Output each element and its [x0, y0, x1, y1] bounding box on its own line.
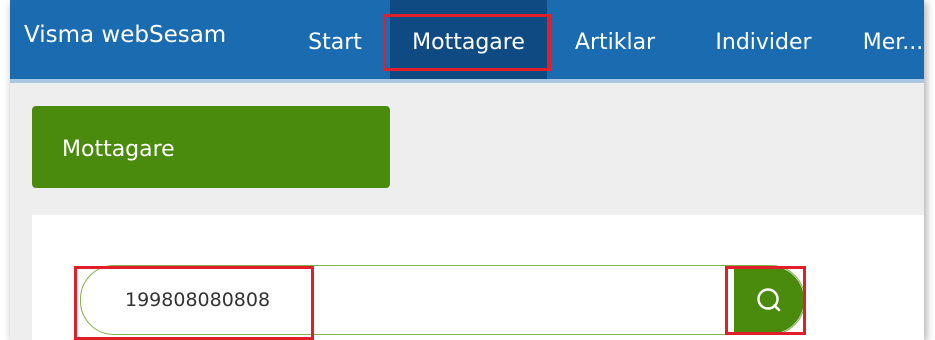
page-title-header: Mottagare [32, 106, 390, 188]
nav-item-artiklar[interactable]: Artiklar [561, 0, 669, 79]
nav-item-mottagare[interactable]: Mottagare [390, 0, 547, 79]
search-button[interactable] [734, 266, 804, 334]
search-bar [80, 265, 805, 335]
nav-item-mer[interactable]: Mer... [848, 0, 924, 79]
app-window: Visma webSesam Start Mottagare Artiklar … [10, 0, 924, 340]
search-input[interactable] [81, 266, 731, 334]
nav-item-start[interactable]: Start [289, 0, 381, 79]
nav-item-individer[interactable]: Individer [690, 0, 837, 79]
brand-logo-text[interactable]: Visma webSesam [24, 22, 226, 48]
search-icon [757, 288, 781, 312]
page-title: Mottagare [62, 137, 175, 162]
top-navbar: Visma webSesam Start Mottagare Artiklar … [10, 0, 924, 83]
